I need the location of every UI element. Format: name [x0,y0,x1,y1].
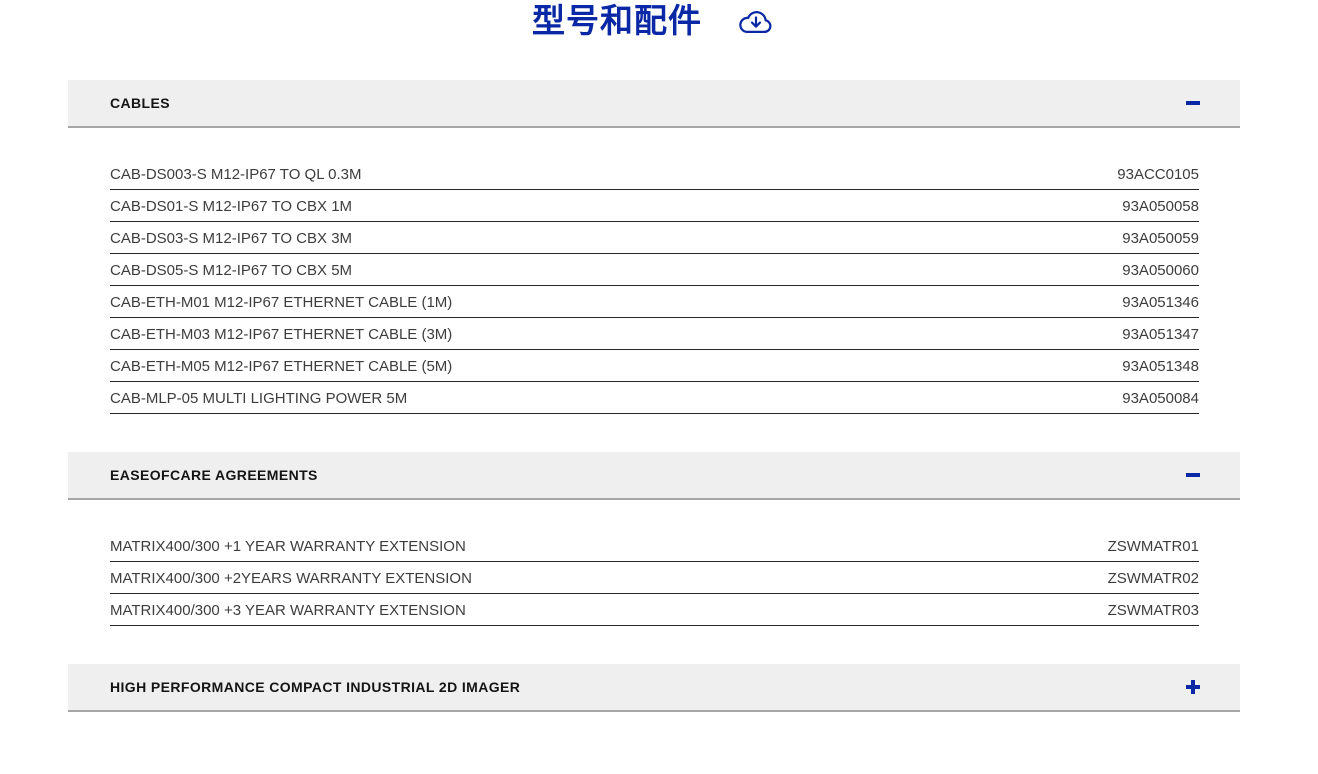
table-row: MATRIX400/300 +2YEARS WARRANTY EXTENSION… [110,562,1199,594]
table-row: CAB-DS03-S M12-IP67 TO CBX 3M 93A050059 [110,222,1199,254]
part-number: 93A051348 [1122,358,1199,375]
accordion-list: CABLES CAB-DS003-S M12-IP67 TO QL 0.3M 9… [68,80,1240,712]
part-number: ZSWMATR02 [1108,570,1199,587]
table-row: CAB-ETH-M03 M12-IP67 ETHERNET CABLE (3M)… [110,318,1199,350]
accordion-section: CABLES CAB-DS003-S M12-IP67 TO QL 0.3M 9… [68,80,1240,414]
table-row: CAB-DS01-S M12-IP67 TO CBX 1M 93A050058 [110,190,1199,222]
product-name: CAB-ETH-M05 M12-IP67 ETHERNET CABLE (5M) [110,358,452,375]
table-row: MATRIX400/300 +3 YEAR WARRANTY EXTENSION… [110,594,1199,626]
part-number: ZSWMATR03 [1108,602,1199,619]
section-title: HIGH PERFORMANCE COMPACT INDUSTRIAL 2D I… [110,679,520,695]
table-row: CAB-ETH-M05 M12-IP67 ETHERNET CABLE (5M)… [110,350,1199,382]
section-title: EASEOFCARE AGREEMENTS [110,467,318,483]
product-name: CAB-DS05-S M12-IP67 TO CBX 5M [110,262,352,279]
product-name: CAB-DS01-S M12-IP67 TO CBX 1M [110,198,352,215]
table-row: CAB-MLP-05 MULTI LIGHTING POWER 5M 93A05… [110,382,1199,414]
part-number: 93A051347 [1122,326,1199,343]
section-header[interactable]: HIGH PERFORMANCE COMPACT INDUSTRIAL 2D I… [68,664,1240,712]
part-number: 93A050060 [1122,262,1199,279]
product-name: CAB-ETH-M03 M12-IP67 ETHERNET CABLE (3M) [110,326,452,343]
part-number: 93A051346 [1122,294,1199,311]
part-number: 93A050084 [1122,390,1199,407]
part-number: ZSWMATR01 [1108,538,1199,555]
accordion-section: HIGH PERFORMANCE COMPACT INDUSTRIAL 2D I… [68,664,1240,712]
product-name: MATRIX400/300 +3 YEAR WARRANTY EXTENSION [110,602,466,619]
section-header[interactable]: EASEOFCARE AGREEMENTS [68,452,1240,500]
accordion-section: EASEOFCARE AGREEMENTS MATRIX400/300 +1 Y… [68,452,1240,626]
product-name: CAB-ETH-M01 M12-IP67 ETHERNET CABLE (1M) [110,294,452,311]
product-name: MATRIX400/300 +1 YEAR WARRANTY EXTENSION [110,538,466,555]
table-row: CAB-DS05-S M12-IP67 TO CBX 5M 93A050060 [110,254,1199,286]
product-name: CAB-DS03-S M12-IP67 TO CBX 3M [110,230,352,247]
section-rows: CAB-DS003-S M12-IP67 TO QL 0.3M 93ACC010… [110,158,1199,414]
section-title: CABLES [110,95,170,111]
product-name: CAB-MLP-05 MULTI LIGHTING POWER 5M [110,390,407,407]
table-row: MATRIX400/300 +1 YEAR WARRANTY EXTENSION… [110,530,1199,562]
expand-plus-icon[interactable] [1186,680,1200,694]
page-header: 型号和配件 [68,0,1240,80]
part-number: 93A050059 [1122,230,1199,247]
part-number: 93ACC0105 [1117,166,1199,183]
collapse-minus-icon[interactable] [1186,96,1200,110]
page-title: 型号和配件 [532,2,702,40]
cloud-download-icon[interactable] [736,7,776,43]
product-name: MATRIX400/300 +2YEARS WARRANTY EXTENSION [110,570,472,587]
product-name: CAB-DS003-S M12-IP67 TO QL 0.3M [110,166,362,183]
collapse-minus-icon[interactable] [1186,468,1200,482]
section-rows: MATRIX400/300 +1 YEAR WARRANTY EXTENSION… [110,530,1199,626]
table-row: CAB-DS003-S M12-IP67 TO QL 0.3M 93ACC010… [110,158,1199,190]
part-number: 93A050058 [1122,198,1199,215]
section-header[interactable]: CABLES [68,80,1240,128]
table-row: CAB-ETH-M01 M12-IP67 ETHERNET CABLE (1M)… [110,286,1199,318]
